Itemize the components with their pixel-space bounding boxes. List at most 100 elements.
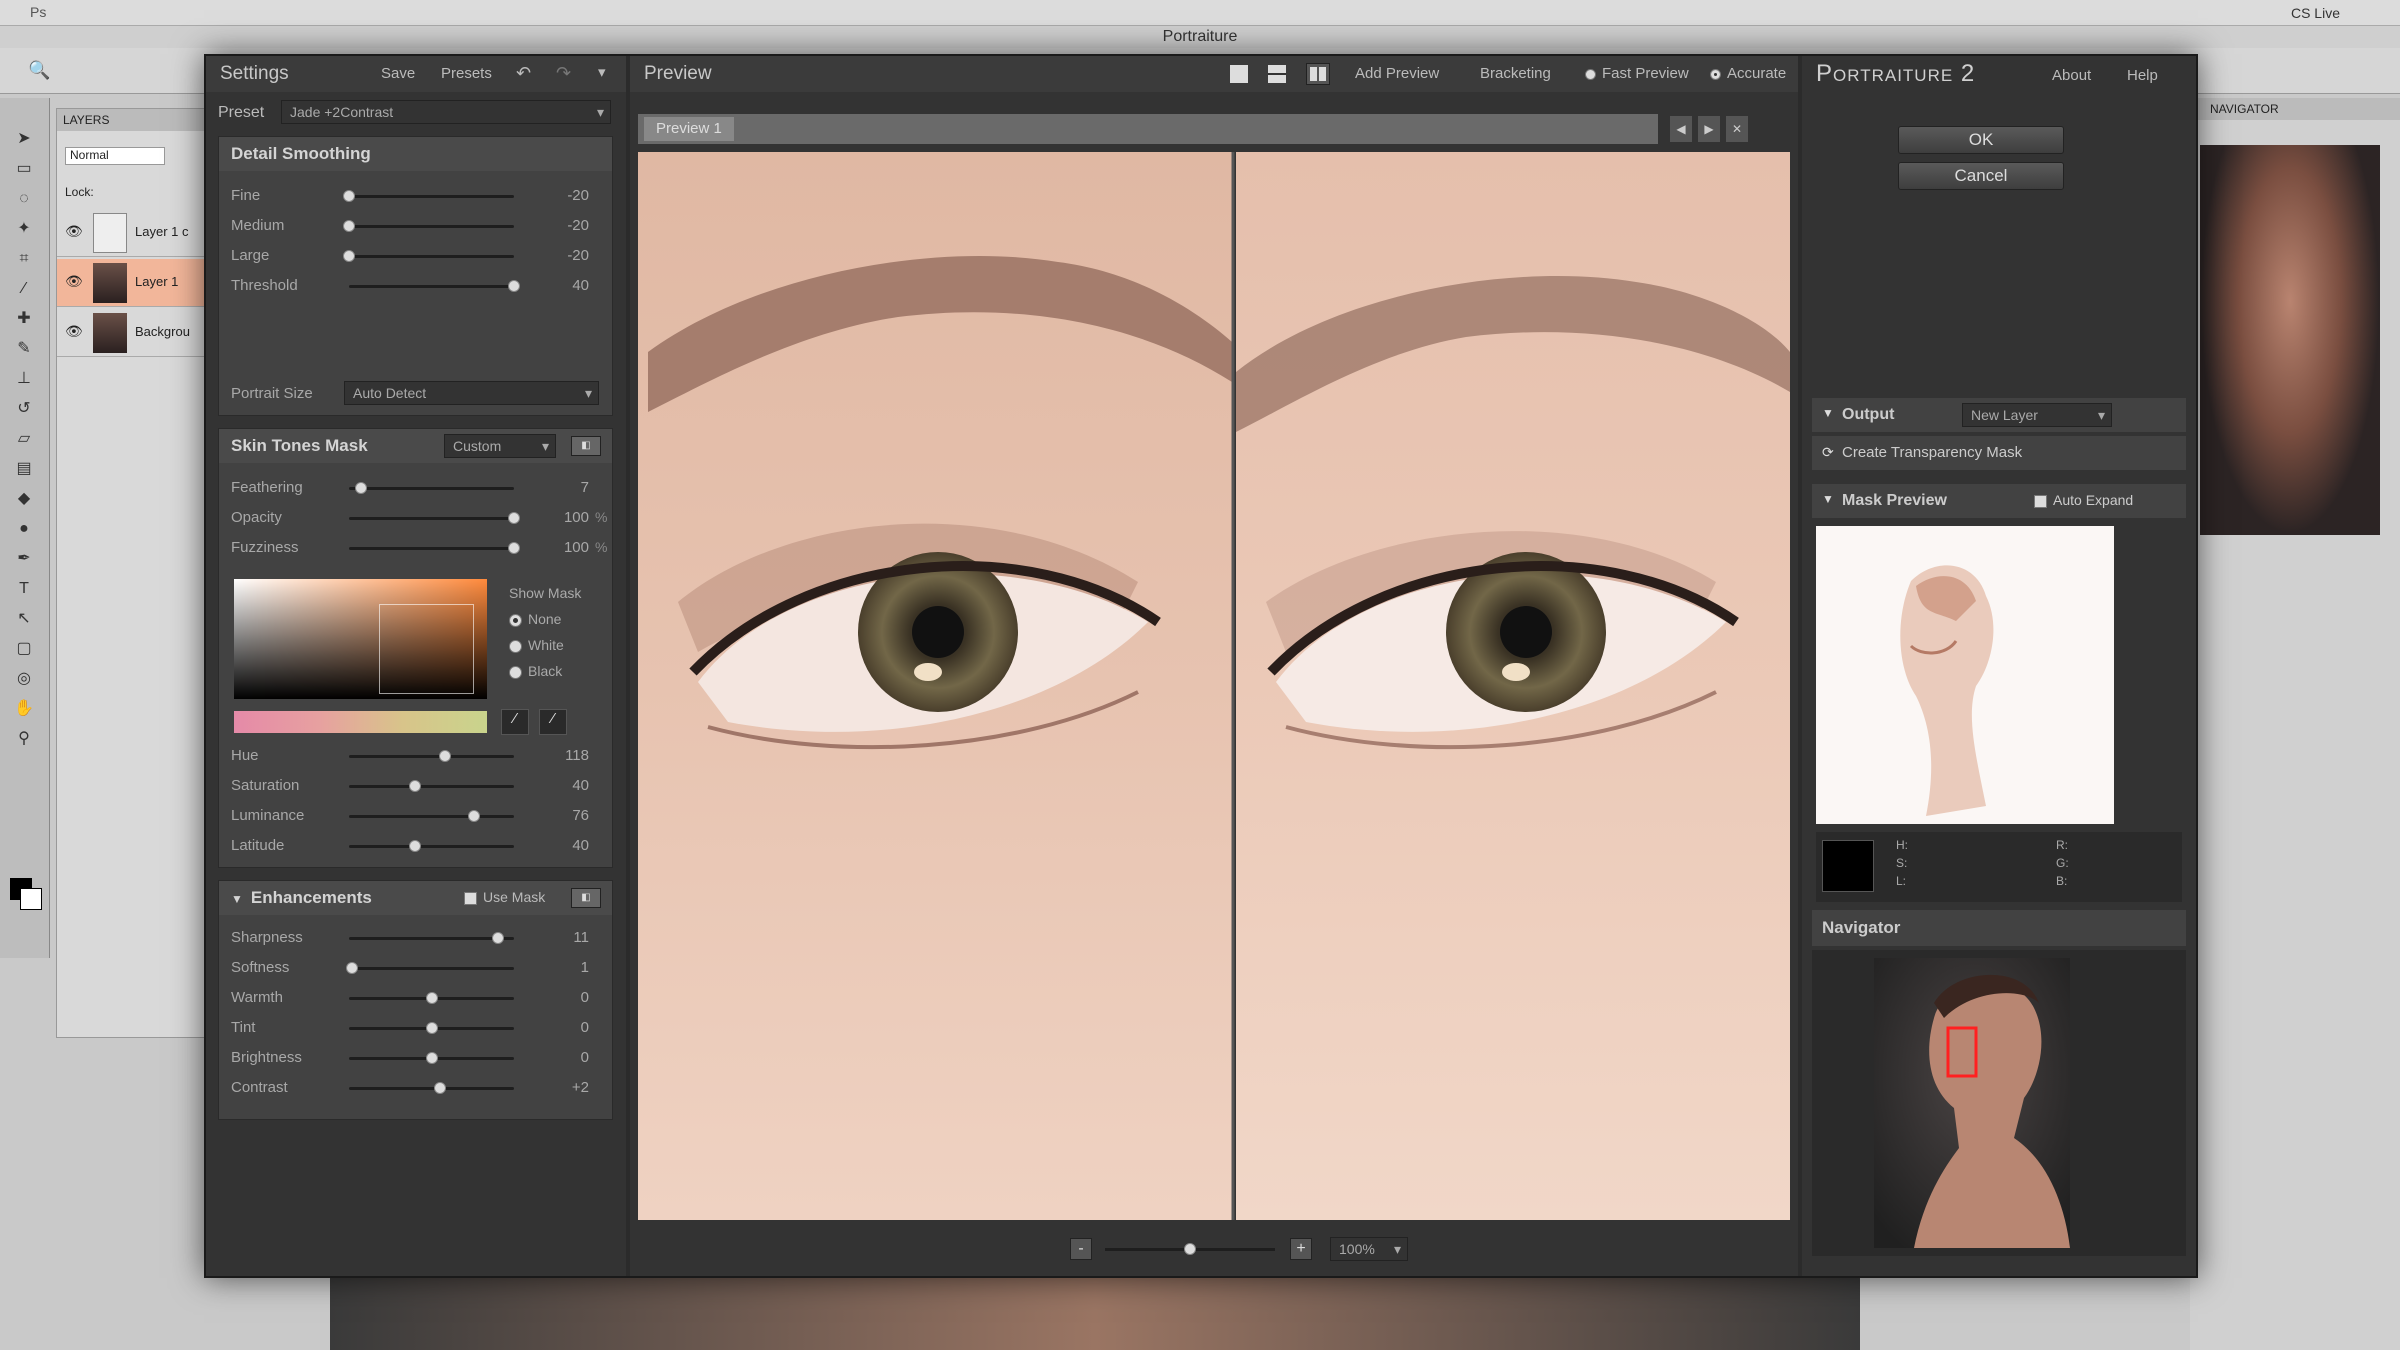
slider-track[interactable] (343, 220, 514, 232)
slider-value[interactable]: 40 (519, 837, 589, 854)
skin-tones-toggle-icon[interactable]: ◧ (571, 436, 601, 456)
split-horizontal-icon[interactable] (1268, 65, 1286, 83)
brush-tool-icon[interactable]: ✎ (12, 338, 36, 360)
slider-value[interactable]: 100 (519, 509, 589, 526)
zoom-slider-knob[interactable] (1184, 1243, 1196, 1255)
color-range-box[interactable] (379, 604, 474, 694)
preview-tab[interactable]: Preview 1 (644, 117, 734, 141)
slider-track[interactable] (349, 1022, 514, 1034)
collapse-arrow-icon[interactable]: ▼ (1822, 406, 1834, 420)
slider-track[interactable] (349, 280, 520, 292)
undo-icon[interactable]: ↶ (516, 59, 531, 87)
portrait-size-select[interactable]: Auto Detect (344, 381, 599, 405)
slider-knob[interactable] (343, 250, 355, 262)
slider-knob[interactable] (425, 1052, 438, 1064)
eye-icon[interactable]: 👁 (65, 323, 83, 340)
heal-tool-icon[interactable]: ✚ (12, 308, 36, 330)
layers-tab[interactable]: LAYERS (57, 109, 205, 131)
detail-smoothing-header[interactable]: Detail Smoothing (219, 137, 612, 171)
slider-knob[interactable] (425, 1022, 438, 1034)
move-tool-icon[interactable]: ➤ (12, 128, 36, 150)
gradient-tool-icon[interactable]: ▤ (12, 458, 36, 480)
slider-knob[interactable] (468, 810, 481, 822)
auto-expand-checkbox[interactable]: Auto Expand (2034, 492, 2133, 508)
zoom-in-button[interactable]: + (1290, 1238, 1312, 1260)
eyedropper-tool-icon[interactable]: ⁄ (12, 278, 36, 300)
skin-tones-mode-select[interactable]: Custom (444, 434, 556, 458)
layer-row[interactable]: 👁 Layer 1 c (57, 209, 205, 257)
add-preview-button[interactable]: Add Preview (1355, 60, 1439, 88)
single-view-icon[interactable] (1230, 65, 1248, 83)
help-button[interactable]: Help (2127, 62, 2158, 90)
save-button[interactable]: Save (381, 60, 415, 88)
slider-knob[interactable] (438, 750, 451, 762)
slider-knob[interactable] (409, 840, 421, 852)
accurate-radio[interactable]: Accurate (1710, 60, 1786, 88)
zoom-level-select[interactable]: 100% (1330, 1237, 1408, 1261)
slider-track[interactable] (343, 250, 514, 262)
zoom-slider[interactable] (1105, 1243, 1275, 1255)
background-color-swatch[interactable] (20, 888, 42, 910)
preset-select[interactable]: Jade +2Contrast (281, 100, 611, 124)
slider-track[interactable] (349, 512, 520, 524)
next-arrow-icon[interactable]: ▶ (1698, 116, 1720, 142)
pen-tool-icon[interactable]: ✒ (12, 548, 36, 570)
slider-track[interactable] (349, 750, 514, 762)
slider-track[interactable] (349, 542, 520, 554)
zoom-out-button[interactable]: - (1070, 1238, 1092, 1260)
path-select-icon[interactable]: ↖ (12, 608, 36, 630)
preview-images[interactable] (638, 152, 1790, 1220)
marquee-tool-icon[interactable]: ▭ (12, 158, 36, 180)
lasso-tool-icon[interactable]: ◌ (12, 188, 36, 210)
close-preview-icon[interactable]: ✕ (1726, 116, 1748, 142)
slider-value[interactable]: 100 (519, 539, 589, 556)
layer-row[interactable]: 👁 Backgrou (57, 309, 205, 357)
slider-value[interactable]: 7 (519, 479, 589, 496)
slider-value[interactable]: +2 (519, 1079, 589, 1096)
enhancements-header[interactable]: ▼ Enhancements (219, 881, 612, 915)
slider-value[interactable]: 0 (519, 1019, 589, 1036)
prev-arrow-icon[interactable]: ◀ (1670, 116, 1692, 142)
slider-track[interactable] (349, 810, 514, 822)
slider-knob[interactable] (343, 220, 355, 232)
presets-button[interactable]: Presets (441, 60, 492, 88)
slider-knob[interactable] (409, 780, 421, 792)
hue-spectrum-bar[interactable] (234, 711, 487, 733)
slider-track[interactable] (349, 840, 514, 852)
slider-knob[interactable] (491, 932, 504, 944)
bracketing-button[interactable]: Bracketing (1480, 60, 1551, 88)
redo-icon[interactable]: ↷ (556, 59, 571, 87)
show-mask-none-radio[interactable]: None (509, 611, 561, 627)
slider-knob[interactable] (354, 482, 367, 494)
show-mask-white-radio[interactable]: White (509, 637, 564, 653)
show-mask-black-radio[interactable]: Black (509, 663, 562, 679)
skin-color-picker[interactable] (234, 579, 487, 699)
slider-knob[interactable] (346, 962, 359, 974)
cancel-button[interactable]: Cancel (1898, 162, 2064, 190)
slider-track[interactable] (349, 1082, 514, 1094)
split-vertical-icon[interactable] (1306, 63, 1330, 85)
about-button[interactable]: About (2052, 62, 2091, 90)
slider-track[interactable] (346, 962, 514, 974)
type-tool-icon[interactable]: T (12, 578, 36, 600)
create-mask-row[interactable]: ⟳ Create Transparency Mask (1812, 436, 2186, 470)
blur-tool-icon[interactable]: ◆ (12, 488, 36, 510)
cs-live-label[interactable]: CS Live (2291, 5, 2340, 21)
slider-value[interactable]: -20 (519, 247, 589, 264)
use-mask-checkbox[interactable]: Use Mask (464, 889, 545, 905)
slider-knob[interactable] (433, 1082, 446, 1094)
eyedropper-plus-icon[interactable]: ⁄ (539, 709, 567, 735)
crop-tool-icon[interactable]: ⌗ (12, 248, 36, 270)
eraser-tool-icon[interactable]: ▱ (12, 428, 36, 450)
slider-value[interactable]: 1 (519, 959, 589, 976)
navigator-tab[interactable]: NAVIGATOR (2190, 98, 2400, 120)
eye-icon[interactable]: 👁 (65, 223, 83, 240)
output-select[interactable]: New Layer (1962, 403, 2112, 427)
slider-track[interactable] (349, 1052, 514, 1064)
stamp-tool-icon[interactable]: ⊥ (12, 368, 36, 390)
blend-mode-select[interactable]: Normal (65, 147, 165, 165)
navigator-thumbnail[interactable] (1874, 958, 2070, 1248)
slider-value[interactable]: 0 (519, 989, 589, 1006)
slider-value[interactable]: 118 (519, 747, 589, 764)
enhancements-toggle-icon[interactable]: ◧ (571, 888, 601, 908)
